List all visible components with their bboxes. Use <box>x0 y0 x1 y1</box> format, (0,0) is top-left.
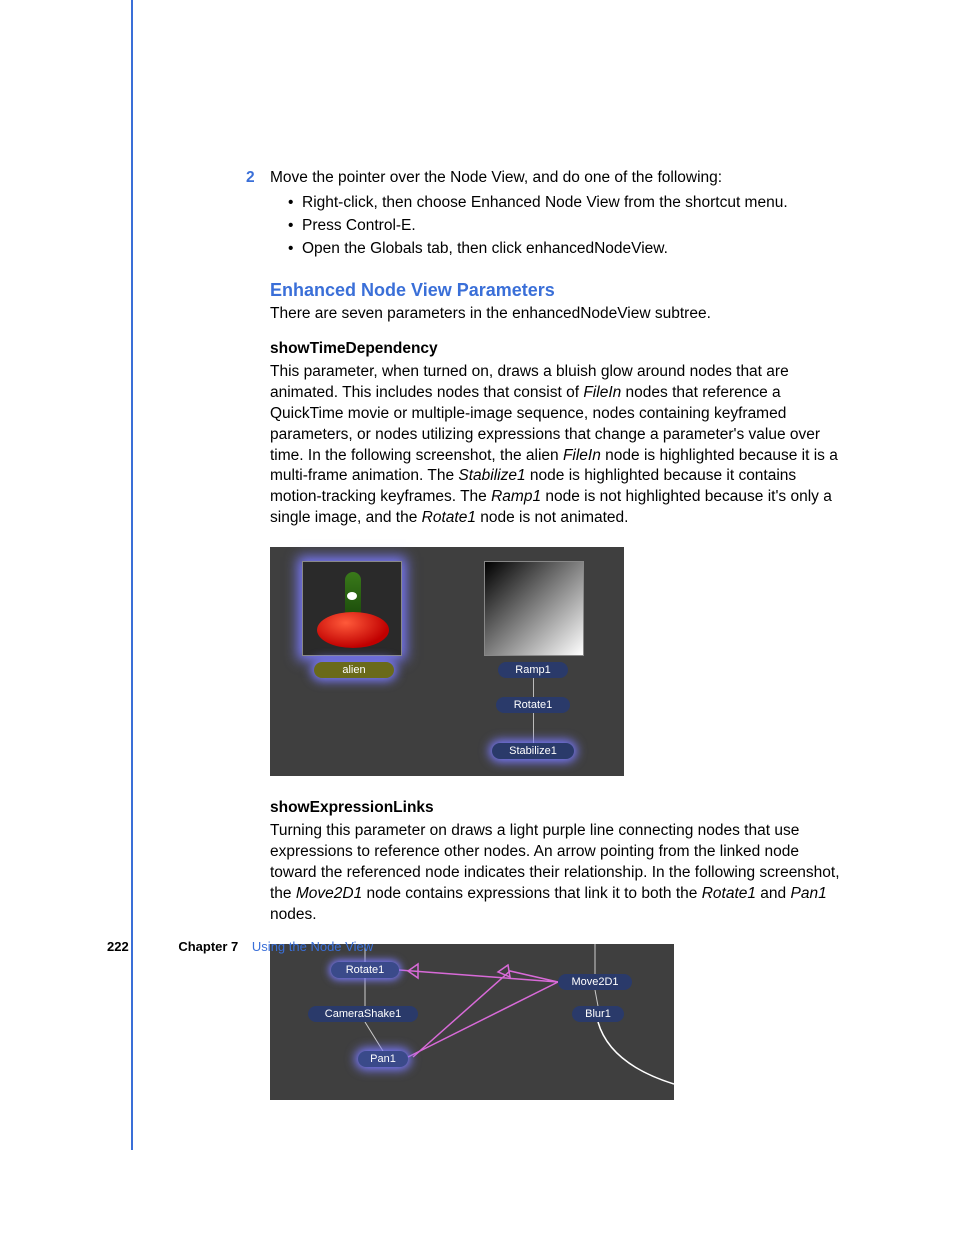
node-rotate1-b: Rotate1 <box>331 962 399 978</box>
bullet-3: Open the Globals tab, then click enhance… <box>288 239 847 260</box>
section-heading: Enhanced Node View Parameters <box>270 278 847 302</box>
italic-ramp: Ramp1 <box>491 488 541 505</box>
italic-filein-2: FileIn <box>563 447 601 464</box>
step-text: Move the pointer over the Node View, and… <box>270 169 722 186</box>
param1-text: This parameter, when turned on, draws a … <box>270 362 847 529</box>
italic-move2d1: Move2D1 <box>296 885 362 902</box>
connector-2 <box>533 713 534 743</box>
param2-text: Turning this parameter on draws a light … <box>270 821 847 926</box>
node-pan1: Pan1 <box>358 1051 408 1067</box>
step-bullets: Right-click, then choose Enhanced Node V… <box>288 193 847 260</box>
param1-f: node is not animated. <box>476 509 629 526</box>
param2-b: node contains expressions that link it t… <box>362 885 702 902</box>
italic-rotate1-b: Rotate1 <box>702 885 756 902</box>
figure-2-expressionlinks: Rotate1 Move2D1 CameraShake1 Blur1 Pan1 <box>270 944 674 1100</box>
section-intro: There are seven parameters in the enhanc… <box>270 304 847 325</box>
param2-c: and <box>756 885 790 902</box>
node-ramp1: Ramp1 <box>498 662 568 678</box>
step-number: 2 <box>246 168 255 189</box>
param2-d: nodes. <box>270 906 317 923</box>
figure-1-nodeview: alien Ramp1 Rotate1 Stabilize1 <box>270 547 624 776</box>
bullet-1: Right-click, then choose Enhanced Node V… <box>288 193 847 214</box>
node-rotate1: Rotate1 <box>496 697 570 713</box>
thumbnail-ramp <box>484 561 584 656</box>
thumbnail-alien <box>302 561 402 656</box>
chapter-label: Chapter 7 <box>178 939 238 954</box>
node-blur1: Blur1 <box>572 1006 624 1022</box>
node-alien: alien <box>314 662 394 678</box>
page-number: 222 <box>107 939 129 954</box>
page-footer: 222 Chapter 7 Using the Node View <box>107 938 373 956</box>
bullet-2: Press Control-E. <box>288 216 847 237</box>
italic-rotate: Rotate1 <box>422 509 476 526</box>
param1-name: showTimeDependency <box>270 339 847 360</box>
italic-stabilize: Stabilize1 <box>458 467 525 484</box>
node-camerashake1: CameraShake1 <box>308 1006 418 1022</box>
italic-pan1: Pan1 <box>790 885 826 902</box>
param2-name: showExpressionLinks <box>270 798 847 819</box>
connector-1 <box>533 678 534 697</box>
alien-body-shape <box>317 612 389 648</box>
chapter-title: Using the Node View <box>252 939 373 954</box>
node-move2d1: Move2D1 <box>558 974 632 990</box>
margin-rule <box>131 0 133 1150</box>
italic-filein-1: FileIn <box>583 384 621 401</box>
node-stabilize1: Stabilize1 <box>492 743 574 759</box>
step-2: 2 Move the pointer over the Node View, a… <box>270 168 847 189</box>
